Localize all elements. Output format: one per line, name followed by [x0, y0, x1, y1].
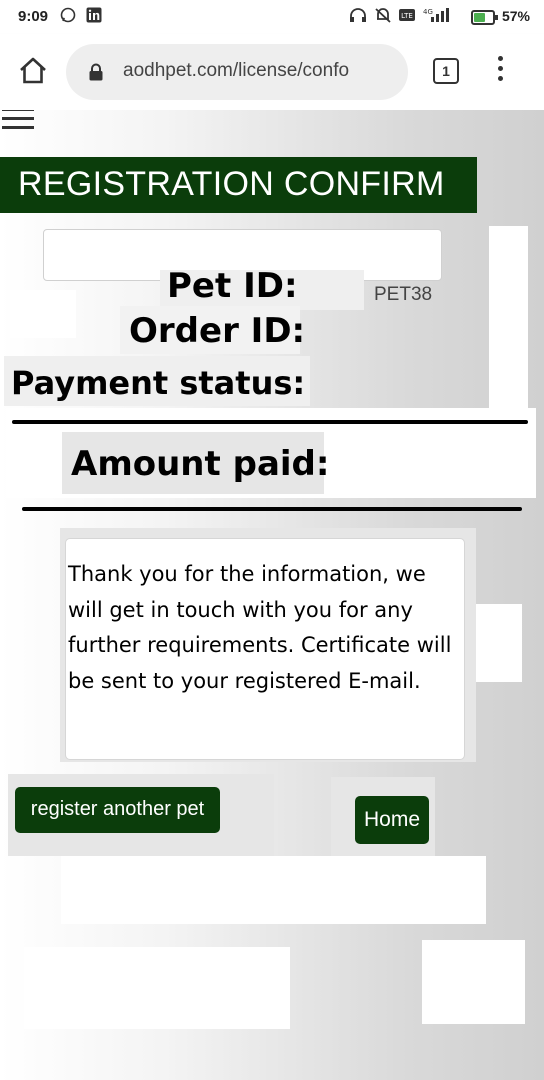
amount-paid-label: Amount paid: — [71, 444, 330, 484]
page-title-banner: REGISTRATION CONFIRM — [0, 157, 477, 213]
payment-status-label: Payment status: — [11, 364, 306, 402]
battery-percent: 57% — [501, 8, 530, 24]
background-panel — [10, 290, 76, 338]
volte-icon: LTE — [398, 7, 416, 27]
pet-id-value: PET38 — [374, 284, 433, 305]
svg-text:4G: 4G — [423, 8, 433, 16]
overflow-menu-icon[interactable] — [494, 56, 506, 86]
order-id-label: Order ID: — [129, 311, 306, 351]
register-another-pet-button[interactable]: register another pet — [15, 787, 220, 833]
background-panel — [61, 856, 486, 924]
divider — [12, 420, 528, 424]
svg-text:LTE: LTE — [401, 12, 413, 20]
browser-toolbar: aodhpet.com/license/confo 1 — [0, 34, 544, 110]
confirmation-message-box: Thank you for the information, we will g… — [65, 538, 465, 760]
background-panel — [24, 947, 290, 1029]
tab-switcher-button[interactable]: 1 — [433, 58, 459, 84]
background-panel — [489, 226, 528, 414]
whatsapp-icon — [60, 7, 76, 27]
hamburger-menu-icon[interactable] — [2, 110, 34, 130]
mute-icon — [374, 7, 392, 27]
headset-icon — [349, 7, 367, 27]
page-content: REGISTRATION CONFIRM Pet ID: PET38 Order… — [0, 110, 544, 1080]
pet-id-label: Pet ID: — [167, 266, 298, 306]
address-bar[interactable]: aodhpet.com/license/confo — [66, 44, 408, 100]
confirmation-message: Thank you for the information, we will g… — [68, 562, 452, 693]
background-panel — [422, 940, 525, 1024]
signal-4g-icon: 4G — [421, 7, 451, 27]
home-button[interactable]: Home — [355, 796, 429, 844]
url-text: aodhpet.com/license/confo — [123, 60, 350, 81]
battery-charging-icon — [471, 10, 498, 25]
background-panel — [474, 604, 522, 682]
status-bar: 9:09 LTE 4G 57% — [0, 0, 544, 34]
linkedin-icon — [86, 7, 102, 27]
lock-icon — [88, 63, 104, 81]
status-time: 9:09 — [18, 8, 49, 25]
home-icon[interactable] — [16, 53, 50, 87]
page-title: REGISTRATION CONFIRM — [18, 165, 445, 203]
divider — [22, 507, 522, 511]
